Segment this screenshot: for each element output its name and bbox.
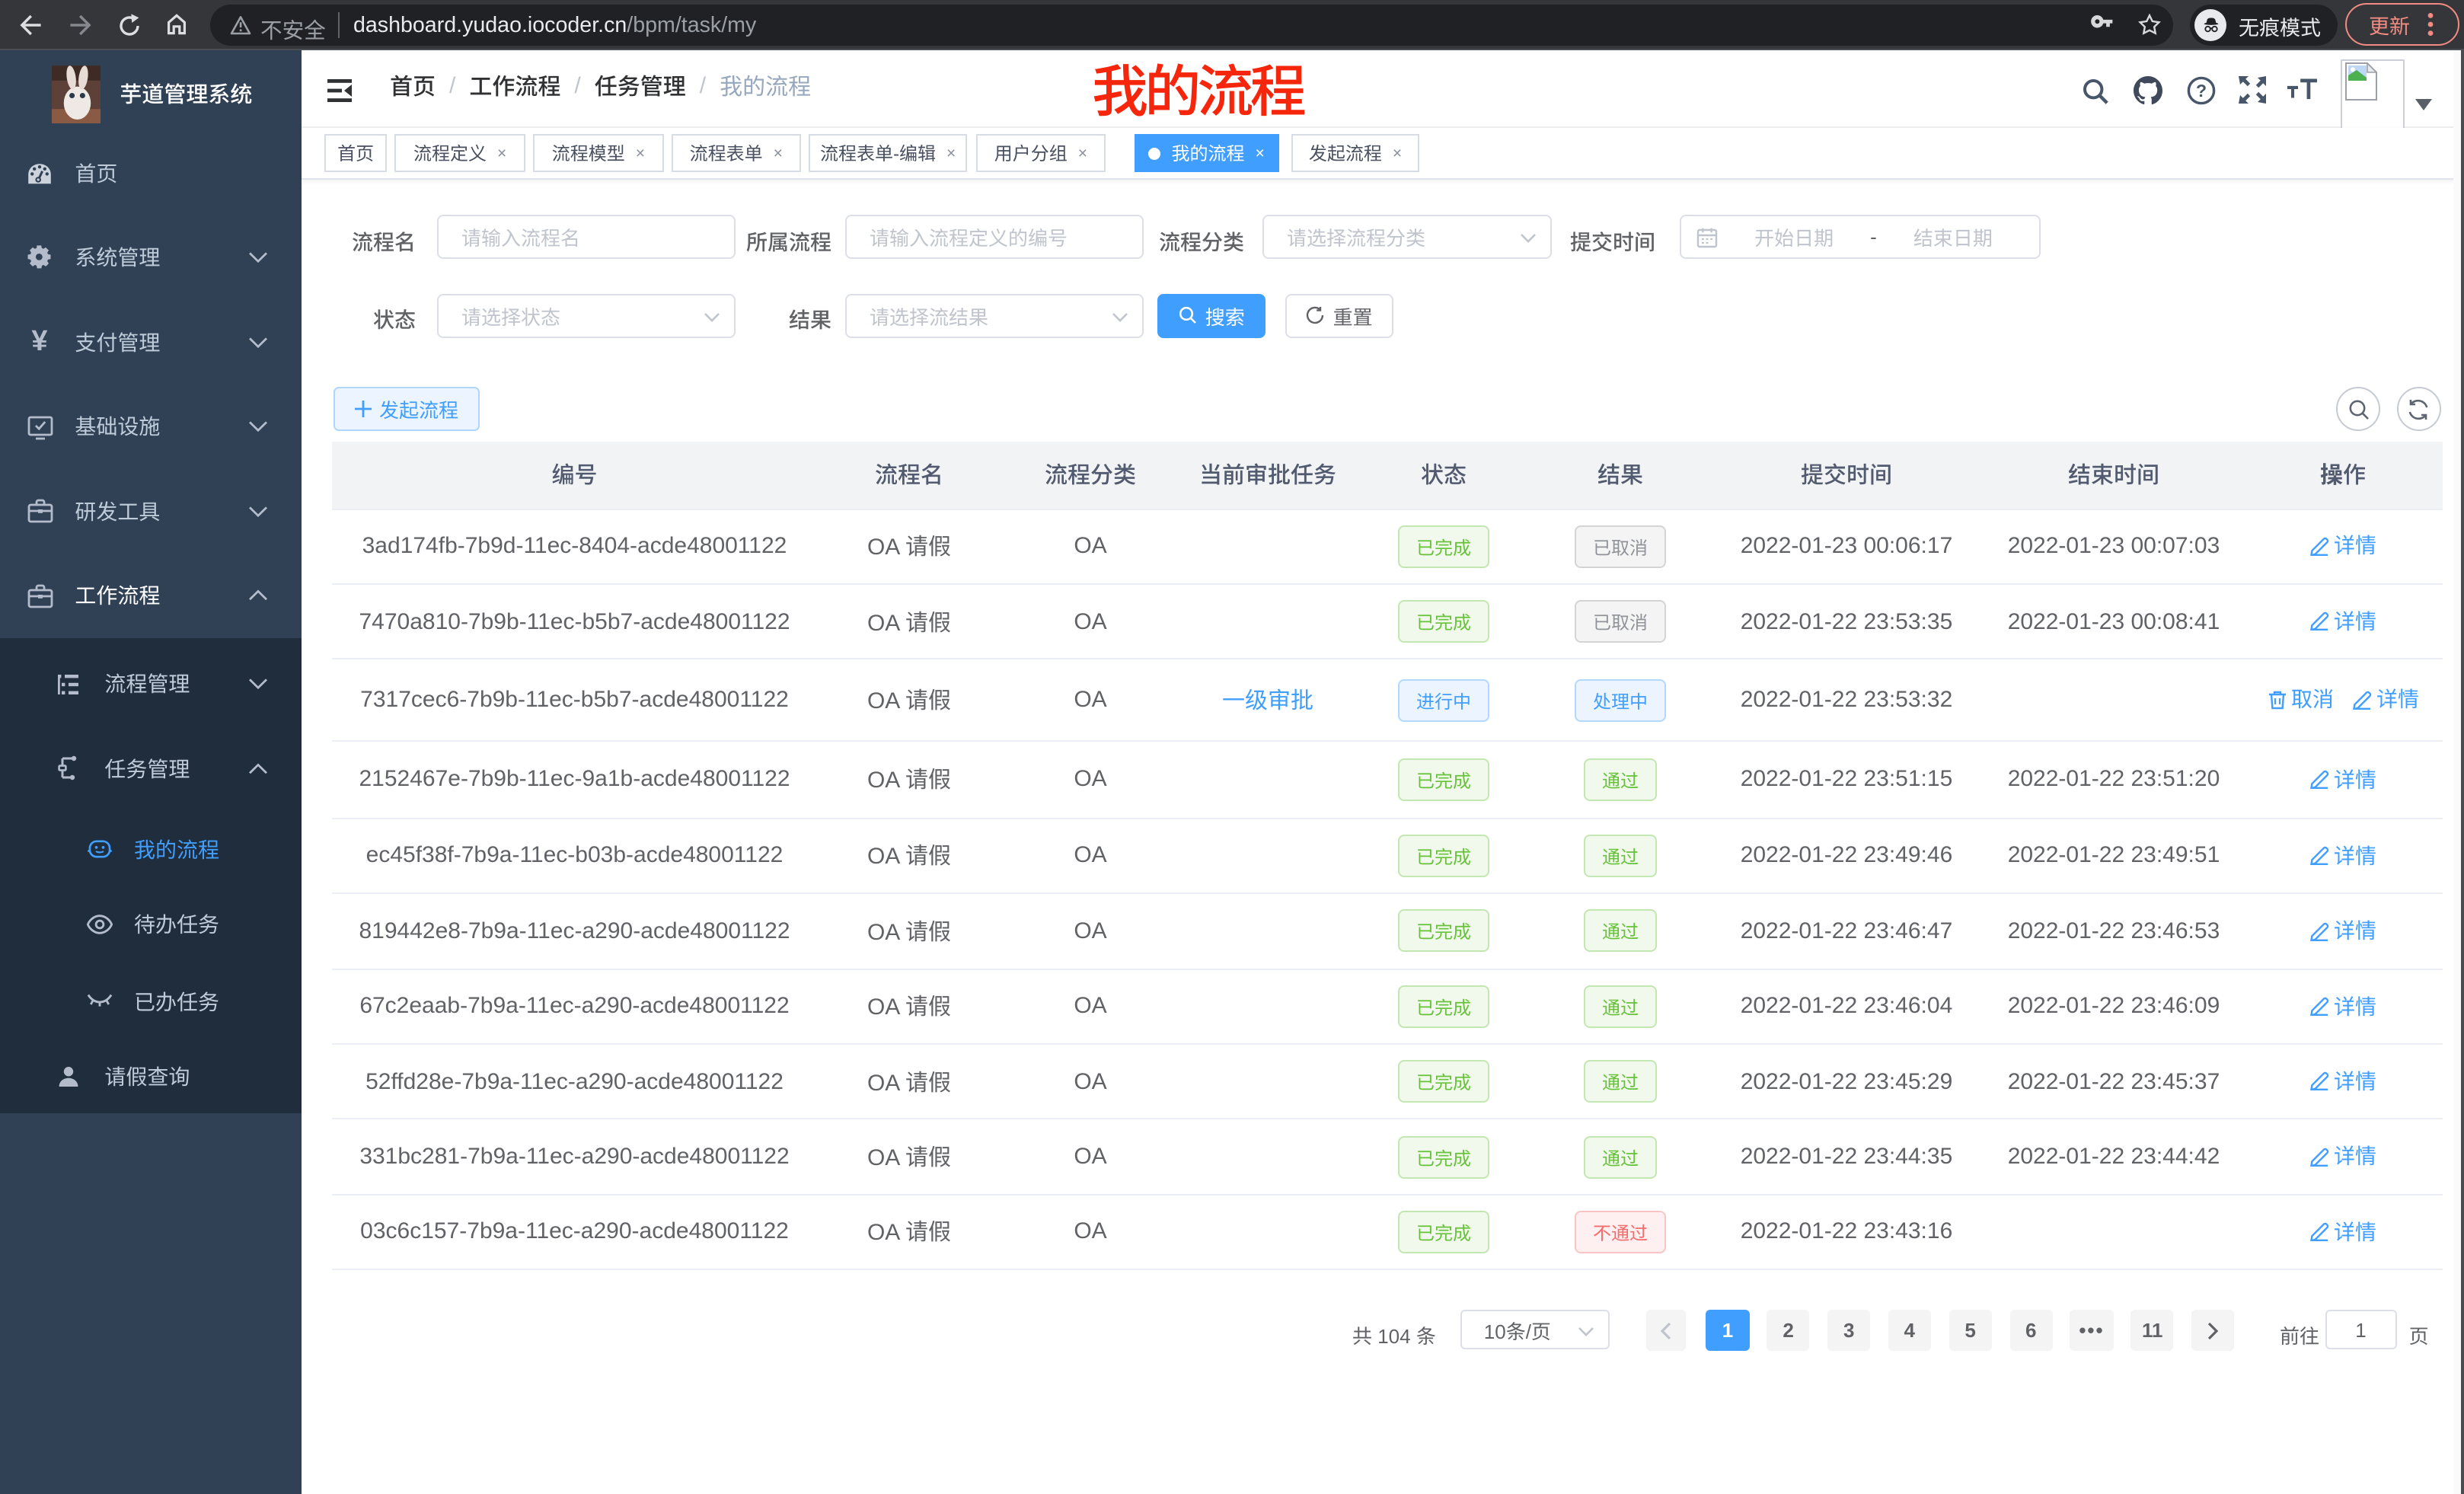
svg-text:?: ? — [2195, 80, 2206, 100]
